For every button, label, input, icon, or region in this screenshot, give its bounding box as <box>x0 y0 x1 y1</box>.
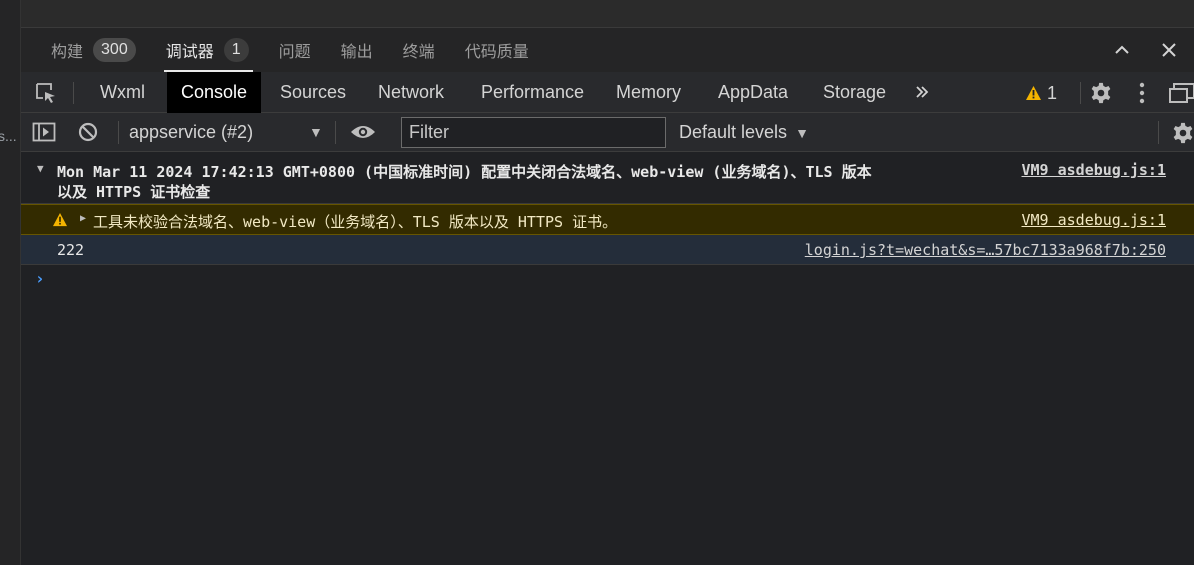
group-source-link[interactable]: VM9 asdebug.js:1 <box>1022 161 1167 179</box>
toolbar-divider <box>1158 121 1159 144</box>
tab-network[interactable]: Network <box>378 72 444 113</box>
tab-output[interactable]: 输出 <box>341 28 373 72</box>
console-group-message[interactable]: ▼ Mon Mar 11 2024 17:42:13 GMT+0800 (中国标… <box>21 152 1194 204</box>
tab-issues-label: 问题 <box>278 42 311 61</box>
tab-wxml[interactable]: Wxml <box>100 72 145 113</box>
gear-icon <box>1091 82 1111 104</box>
warning-text: 工具未校验合法域名、web-view（业务域名）、TLS 版本以及 HTTPS … <box>93 213 618 231</box>
tab-issues[interactable]: 问题 <box>279 28 311 72</box>
undock-button[interactable] <box>1169 81 1194 105</box>
toolbar-divider <box>73 82 74 104</box>
tab-performance[interactable]: Performance <box>481 72 584 113</box>
top-bar <box>21 0 1194 28</box>
console-toolbar: appservice (#2) ▼ Default levels ▼ <box>21 113 1194 152</box>
warnings-counter[interactable]: 1 <box>1025 81 1071 105</box>
inspect-icon <box>36 83 55 103</box>
more-options-button[interactable] <box>1132 80 1152 106</box>
filter-input[interactable] <box>401 117 666 148</box>
tab-terminal[interactable]: 终端 <box>403 28 435 72</box>
tab-console[interactable]: Console <box>167 72 262 113</box>
warning-count: 1 <box>1047 82 1058 103</box>
toolbar-divider <box>118 121 119 144</box>
tab-debugger-label: 调试器 <box>165 42 214 61</box>
tab-code-quality[interactable]: 代码质量 <box>465 28 529 72</box>
truncated-label: s... <box>0 128 17 144</box>
eye-icon <box>351 126 375 138</box>
expand-triangle-icon[interactable]: ▶ <box>80 213 86 224</box>
double-chevron-right-icon <box>916 86 929 98</box>
warning-source-link[interactable]: VM9 asdebug.js:1 <box>1022 211 1167 229</box>
expand-triangle-icon[interactable]: ▼ <box>37 162 44 175</box>
toolbar-divider <box>1080 82 1081 104</box>
left-panel-strip: s... <box>0 0 21 565</box>
tab-appdata[interactable]: AppData <box>718 72 788 113</box>
panel-tabs: 构建 300 调试器 1 问题 输出 终端 代码质量 <box>21 28 1194 72</box>
log-text: 222 <box>57 241 85 259</box>
tab-storage[interactable]: Storage <box>823 72 886 113</box>
console-log-message[interactable]: 222 login.js?t=wechat&s=…57bc7133a968f7b… <box>21 235 1194 265</box>
inspect-element-button[interactable] <box>33 80 59 106</box>
log-levels-label: Default levels <box>679 122 788 142</box>
toolbar-divider <box>335 121 336 144</box>
kebab-menu-icon <box>1139 82 1145 104</box>
dock-icon <box>1169 83 1194 103</box>
console-warning-message[interactable]: ▶ 工具未校验合法域名、web-view（业务域名）、TLS 版本以及 HTTP… <box>21 204 1194 235</box>
log-levels-dropdown[interactable]: Default levels ▼ <box>679 113 809 152</box>
close-icon <box>1162 43 1176 57</box>
tab-build-label: 构建 <box>51 42 84 61</box>
group-title-line1: Mon Mar 11 2024 17:42:13 GMT+0800 (中国标准时… <box>57 163 872 181</box>
more-tabs-button[interactable] <box>911 80 933 104</box>
console-settings-button[interactable] <box>1172 121 1194 145</box>
clear-console-button[interactable] <box>76 120 100 144</box>
toggle-sidebar-button[interactable] <box>31 120 57 144</box>
collapse-panel-button[interactable] <box>1110 38 1134 62</box>
chevron-up-icon <box>1115 45 1129 54</box>
tab-code-quality-label: 代码质量 <box>464 42 529 61</box>
gear-icon <box>1173 122 1193 144</box>
tab-sources[interactable]: Sources <box>280 72 346 113</box>
debugger-count-badge: 1 <box>223 38 249 62</box>
tab-memory[interactable]: Memory <box>616 72 681 113</box>
console-prompt-icon[interactable]: › <box>35 269 45 288</box>
settings-button[interactable] <box>1088 80 1114 106</box>
chevron-down-icon: ▼ <box>795 125 809 141</box>
warning-icon <box>1026 86 1041 100</box>
devtools-tab-bar: Wxml Console Sources Network Performance… <box>21 72 1194 113</box>
tab-output-label: 输出 <box>340 42 373 61</box>
context-selector[interactable]: appservice (#2) <box>129 113 253 152</box>
context-dropdown-arrow[interactable]: ▼ <box>309 113 323 152</box>
tab-terminal-label: 终端 <box>402 42 435 61</box>
live-expression-button[interactable] <box>349 120 377 144</box>
close-panel-button[interactable] <box>1157 38 1181 62</box>
tab-build[interactable]: 构建 300 <box>51 28 136 72</box>
build-count-badge: 300 <box>93 38 136 62</box>
group-title-line2: 以及 HTTPS 证书检查 <box>57 183 211 201</box>
sidebar-toggle-icon <box>32 122 56 142</box>
block-icon <box>78 122 98 142</box>
warning-icon <box>52 212 68 227</box>
console-output: ▼ Mon Mar 11 2024 17:42:13 GMT+0800 (中国标… <box>21 152 1194 565</box>
tab-debugger[interactable]: 调试器 1 <box>163 28 253 72</box>
log-source-link[interactable]: login.js?t=wechat&s=…57bc7133a968f7b:250 <box>805 241 1166 259</box>
